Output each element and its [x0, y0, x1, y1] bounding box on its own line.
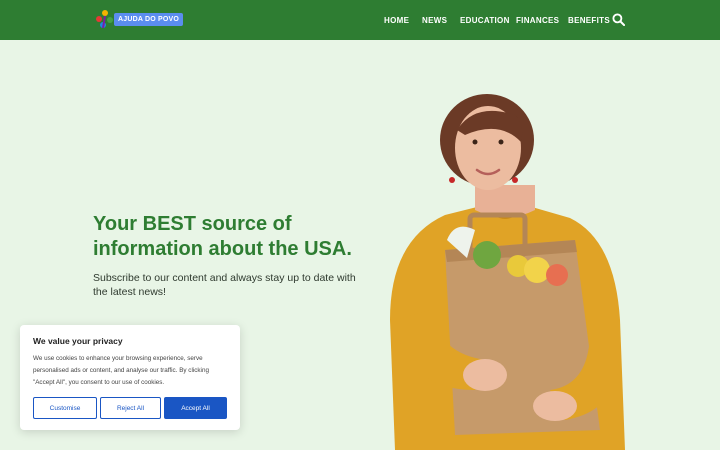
- logo-mark-icon: [96, 10, 113, 29]
- site-header: AJUDA DO POVO HOME NEWS EDUCATION FINANC…: [0, 0, 720, 40]
- nav-item-education[interactable]: EDUCATION: [460, 16, 510, 25]
- nav-item-home[interactable]: HOME: [384, 16, 409, 25]
- cookie-title: We value your privacy: [33, 336, 123, 346]
- accept-all-button[interactable]: Accept All: [164, 397, 227, 419]
- site-logo[interactable]: AJUDA DO POVO: [94, 8, 184, 30]
- nav-item-benefits[interactable]: BENEFITS: [568, 16, 610, 25]
- cookie-consent-banner: We value your privacy We use cookies to …: [20, 325, 240, 430]
- reject-all-button[interactable]: Reject All: [100, 397, 161, 419]
- hero-title-bold: information: [93, 238, 203, 260]
- hero-subtitle: Subscribe to our content and always stay…: [93, 272, 356, 298]
- brand-name: AJUDA DO POVO: [114, 13, 184, 26]
- search-icon[interactable]: [612, 13, 625, 26]
- hero-title-rest: about the USA.: [203, 238, 352, 260]
- hero-title: Your BEST source of information about th…: [93, 212, 393, 262]
- hero-title-line1: Your BEST source of: [93, 213, 292, 235]
- nav-item-news[interactable]: NEWS: [422, 16, 447, 25]
- customise-button[interactable]: Customise: [33, 397, 97, 419]
- cookie-description: We use cookies to enhance your browsing …: [33, 355, 209, 386]
- nav-item-finances[interactable]: FINANCES: [516, 16, 559, 25]
- hero-woman-with-grocery-bag-image: [390, 94, 625, 450]
- hero-title-line2: information about the USA.: [93, 237, 393, 262]
